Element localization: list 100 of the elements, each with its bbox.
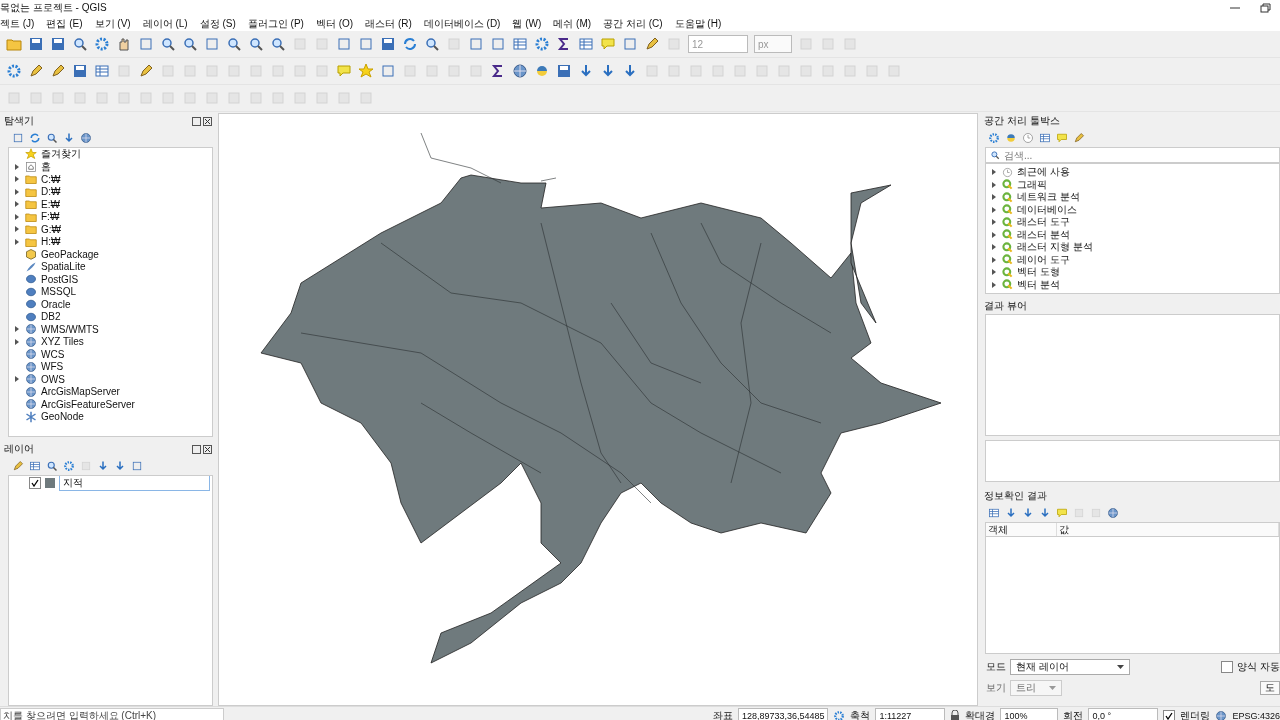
toolbox-item[interactable]: 최근에 사용 bbox=[986, 166, 1279, 179]
table-icon[interactable] bbox=[578, 36, 594, 52]
help-button[interactable]: 도 bbox=[1260, 680, 1280, 695]
lock-icon[interactable] bbox=[950, 709, 961, 720]
zoom-icon[interactable] bbox=[248, 36, 264, 52]
pencil-icon[interactable] bbox=[644, 36, 660, 52]
expand-arrow-icon[interactable] bbox=[13, 162, 21, 171]
save-icon[interactable] bbox=[50, 36, 66, 52]
float-icon[interactable] bbox=[192, 444, 201, 454]
arrow-icon[interactable] bbox=[63, 132, 75, 144]
browser-item[interactable]: E:₩ bbox=[9, 198, 212, 211]
menu-item[interactable]: 메쉬 (M) bbox=[553, 16, 592, 31]
gear-icon[interactable] bbox=[6, 63, 22, 79]
star-icon[interactable] bbox=[358, 63, 374, 79]
browser-item[interactable]: 홈 bbox=[9, 160, 212, 173]
gear-icon[interactable] bbox=[988, 132, 1000, 144]
gear-icon[interactable] bbox=[94, 36, 110, 52]
browser-item[interactable]: GeoNode bbox=[9, 410, 212, 423]
arrow-icon[interactable] bbox=[1039, 507, 1051, 519]
crs-button[interactable]: EPSG:4326 bbox=[1232, 710, 1280, 720]
auto-form-checkbox[interactable] bbox=[1221, 660, 1234, 673]
table-icon[interactable] bbox=[512, 36, 528, 52]
zoom-icon[interactable] bbox=[72, 36, 88, 52]
coord-field[interactable]: 128,89733,36,54485 bbox=[737, 708, 829, 720]
gear-icon[interactable] bbox=[833, 709, 846, 720]
save-icon[interactable] bbox=[556, 63, 572, 79]
search-field[interactable]: 검색... bbox=[985, 147, 1280, 163]
expand-arrow-icon[interactable] bbox=[13, 375, 21, 384]
browser-item[interactable]: G:₩ bbox=[9, 223, 212, 236]
rotation-field[interactable]: 0,0 ° bbox=[1088, 708, 1159, 720]
square-icon[interactable] bbox=[380, 63, 396, 79]
speech-bubble-icon[interactable] bbox=[1056, 507, 1068, 519]
square-icon[interactable] bbox=[490, 36, 506, 52]
globe-icon[interactable] bbox=[512, 63, 528, 79]
zoom-icon[interactable] bbox=[46, 460, 58, 472]
menu-item[interactable]: 데이터베이스 (D) bbox=[423, 16, 501, 31]
zoom-icon[interactable] bbox=[270, 36, 286, 52]
browser-item[interactable]: WFS bbox=[9, 360, 212, 373]
square-icon[interactable] bbox=[138, 36, 154, 52]
square-icon[interactable] bbox=[12, 132, 24, 144]
menu-item[interactable]: 레이어 (L) bbox=[142, 16, 188, 31]
browser-item[interactable]: XYZ Tiles bbox=[9, 335, 212, 348]
globe-icon[interactable] bbox=[1107, 507, 1119, 519]
table-icon[interactable] bbox=[94, 63, 110, 79]
browser-item[interactable]: ArcGisMapServer bbox=[9, 385, 212, 398]
browser-item[interactable]: SpatiaLite bbox=[9, 260, 212, 273]
hand-icon[interactable] bbox=[116, 36, 132, 52]
toolbox-item[interactable]: 래스터 지형 분석 bbox=[986, 241, 1279, 254]
speech-bubble-icon[interactable] bbox=[600, 36, 616, 52]
browser-item[interactable]: 즐겨찾기 bbox=[9, 148, 212, 161]
float-icon[interactable] bbox=[192, 116, 201, 126]
toolbox-item[interactable]: 네트워크 분석 bbox=[986, 191, 1279, 204]
close-icon[interactable] bbox=[203, 444, 212, 454]
browser-item[interactable]: ArcGisFeatureServer bbox=[9, 398, 212, 411]
expand-arrow-icon[interactable] bbox=[13, 337, 21, 346]
refresh-icon[interactable] bbox=[402, 36, 418, 52]
menu-item[interactable]: 편집 (E) bbox=[46, 16, 83, 31]
zoom-icon[interactable] bbox=[226, 36, 242, 52]
menu-item[interactable]: 플러그인 (P) bbox=[247, 16, 304, 31]
menu-item[interactable]: 보기 (V) bbox=[94, 16, 131, 31]
arrow-icon[interactable] bbox=[600, 63, 616, 79]
menu-item[interactable]: 벡터 (O) bbox=[315, 16, 354, 31]
folder-icon[interactable] bbox=[6, 36, 22, 52]
pencil-icon[interactable] bbox=[28, 63, 44, 79]
expand-arrow-icon[interactable] bbox=[13, 212, 21, 221]
browser-item[interactable]: WMS/WMTS bbox=[9, 323, 212, 336]
mode-dropdown[interactable]: 현재 레이어 bbox=[1010, 658, 1130, 675]
caret-icon[interactable] bbox=[1117, 664, 1124, 669]
save-icon[interactable] bbox=[72, 63, 88, 79]
table-icon[interactable] bbox=[988, 507, 1000, 519]
pencil-icon[interactable] bbox=[50, 63, 66, 79]
browser-item[interactable]: F:₩ bbox=[9, 210, 212, 223]
browser-item[interactable]: C:₩ bbox=[9, 173, 212, 186]
layer-item[interactable]: 지적 bbox=[59, 476, 210, 491]
toolbox-item[interactable]: 데이터베이스 bbox=[986, 203, 1279, 216]
square-icon[interactable] bbox=[468, 36, 484, 52]
square-icon[interactable] bbox=[358, 36, 374, 52]
view-dropdown[interactable]: 트리 bbox=[1010, 679, 1062, 696]
zoom-icon[interactable] bbox=[424, 36, 440, 52]
square-icon[interactable] bbox=[336, 36, 352, 52]
menu-item[interactable]: 젝트 (J) bbox=[0, 16, 35, 31]
globe-icon[interactable] bbox=[80, 132, 92, 144]
gear-icon[interactable] bbox=[534, 36, 550, 52]
browser-item[interactable]: D:₩ bbox=[9, 185, 212, 198]
save-icon[interactable] bbox=[28, 36, 44, 52]
browser-item[interactable]: MSSQL bbox=[9, 285, 212, 298]
arrow-icon[interactable] bbox=[622, 63, 638, 79]
clock-icon[interactable] bbox=[1022, 132, 1034, 144]
menu-item[interactable]: 웹 (W) bbox=[512, 16, 542, 31]
browser-item[interactable]: H:₩ bbox=[9, 235, 212, 248]
browser-item[interactable]: Oracle bbox=[9, 298, 212, 311]
menu-item[interactable]: 공간 처리 (C) bbox=[603, 16, 663, 31]
expand-arrow-icon[interactable] bbox=[13, 175, 21, 184]
square-icon[interactable] bbox=[204, 36, 220, 52]
toolbox-item[interactable]: 그래픽 bbox=[986, 178, 1279, 191]
pencil-icon[interactable] bbox=[12, 460, 24, 472]
toolbox-item[interactable]: 레이어 도구 bbox=[986, 253, 1279, 266]
arrow-icon[interactable] bbox=[97, 460, 109, 472]
expand-arrow-icon[interactable] bbox=[13, 200, 21, 209]
save-icon[interactable] bbox=[380, 36, 396, 52]
